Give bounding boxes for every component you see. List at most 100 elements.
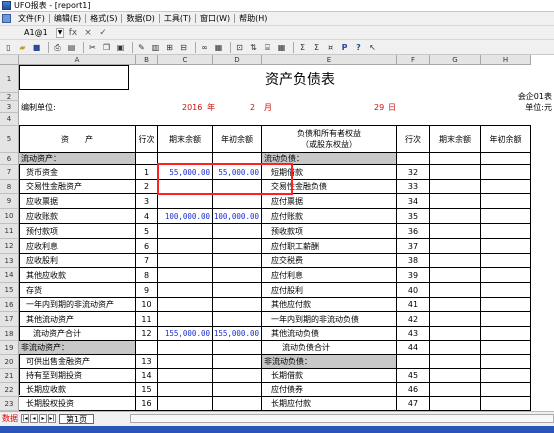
cell-asset[interactable]: 应收账款 bbox=[19, 209, 136, 224]
p-format-icon[interactable]: P bbox=[339, 42, 350, 53]
row-header[interactable]: 1 bbox=[0, 65, 19, 93]
cell-line-no[interactable]: 7 bbox=[136, 254, 158, 268]
cell-line-no-right[interactable]: 40 bbox=[397, 283, 430, 298]
row-header[interactable]: 6 bbox=[0, 153, 19, 165]
cell-begin-balance-right[interactable] bbox=[481, 180, 531, 194]
tab-page1[interactable]: 第1页 bbox=[59, 413, 95, 424]
cell-line-no-right[interactable]: 47 bbox=[397, 397, 430, 411]
cell-end-balance[interactable] bbox=[158, 283, 213, 298]
cell-begin-balance-right[interactable] bbox=[481, 194, 531, 209]
cell-end-balance[interactable] bbox=[158, 355, 213, 369]
cell-begin-balance-right[interactable] bbox=[481, 209, 531, 224]
lock-icon[interactable]: ▦ bbox=[213, 42, 224, 53]
cell-end-balance-right[interactable] bbox=[430, 355, 481, 369]
data-mode-label[interactable]: 数据 bbox=[2, 413, 18, 424]
cell-begin-balance[interactable] bbox=[213, 341, 262, 355]
row-header[interactable]: 4 bbox=[0, 113, 19, 126]
cell-begin-balance-right[interactable] bbox=[481, 165, 531, 180]
column-header-c[interactable]: C bbox=[158, 55, 213, 65]
cell-end-balance-right[interactable] bbox=[430, 224, 481, 239]
cell-line-no-right[interactable]: 43 bbox=[397, 327, 430, 341]
cell-line-no-right[interactable]: 46 bbox=[397, 383, 430, 397]
last-sheet-icon[interactable]: ▸| bbox=[48, 414, 56, 423]
cell-end-balance[interactable] bbox=[158, 298, 213, 312]
column-header-a[interactable]: A bbox=[19, 55, 136, 65]
cell-begin-balance-right[interactable] bbox=[481, 153, 531, 165]
cell-begin-balance[interactable] bbox=[213, 383, 262, 397]
cell-begin-balance[interactable] bbox=[213, 239, 262, 254]
cell-line-no[interactable]: 2 bbox=[136, 180, 158, 194]
cell-line-no-right[interactable] bbox=[397, 153, 430, 165]
row-header[interactable]: 16 bbox=[0, 298, 19, 312]
cell-asset[interactable]: 应收股利 bbox=[19, 254, 136, 268]
column-header-g[interactable]: G bbox=[430, 55, 481, 65]
row-header[interactable]: 13 bbox=[0, 254, 19, 268]
next-sheet-icon[interactable]: ▸ bbox=[39, 414, 47, 423]
cell-end-balance[interactable] bbox=[158, 312, 213, 327]
row-header[interactable]: 10 bbox=[0, 209, 19, 224]
cell-line-no-right[interactable]: 33 bbox=[397, 180, 430, 194]
cell-end-balance[interactable] bbox=[158, 341, 213, 355]
cell-end-balance-right[interactable] bbox=[430, 327, 481, 341]
row-header[interactable]: 2 bbox=[0, 93, 19, 101]
cell-begin-balance-right[interactable] bbox=[481, 397, 531, 411]
select-all-corner[interactable] bbox=[0, 55, 19, 65]
row-header[interactable]: 8 bbox=[0, 180, 19, 194]
cell-liability[interactable]: 应付票据 bbox=[262, 194, 397, 209]
cell-end-balance[interactable]: 155,000.00 bbox=[158, 327, 213, 341]
cell-begin-balance[interactable] bbox=[213, 369, 262, 383]
cell-line-no-right[interactable]: 36 bbox=[397, 224, 430, 239]
cell-begin-balance[interactable] bbox=[213, 397, 262, 411]
cell-end-balance-right[interactable] bbox=[430, 369, 481, 383]
cell-begin-balance-right[interactable] bbox=[481, 355, 531, 369]
cancel-icon[interactable]: × bbox=[82, 28, 94, 38]
cell-line-no-right[interactable]: 45 bbox=[397, 369, 430, 383]
cell-end-balance[interactable] bbox=[158, 194, 213, 209]
cell-line-no[interactable]: 13 bbox=[136, 355, 158, 369]
cell-line-no[interactable]: 10 bbox=[136, 298, 158, 312]
cell-end-balance[interactable] bbox=[158, 254, 213, 268]
cell-line-no[interactable]: 9 bbox=[136, 283, 158, 298]
column-header-e[interactable]: E bbox=[262, 55, 397, 65]
cell-begin-balance-right[interactable] bbox=[481, 254, 531, 268]
cell-begin-balance[interactable] bbox=[213, 312, 262, 327]
row-header[interactable]: 20 bbox=[0, 355, 19, 369]
cell-begin-balance-right[interactable] bbox=[481, 327, 531, 341]
cell-begin-balance[interactable] bbox=[213, 268, 262, 283]
cell-asset[interactable]: 流动资产： bbox=[19, 153, 136, 165]
row-header[interactable]: 9 bbox=[0, 194, 19, 209]
menu-tools[interactable]: 工具(T) bbox=[161, 13, 194, 24]
cell-line-no-right[interactable]: 44 bbox=[397, 341, 430, 355]
cell-asset[interactable]: 一年内到期的非流动资产 bbox=[19, 298, 136, 312]
menu-format[interactable]: 格式(S) bbox=[87, 13, 120, 24]
cell-begin-balance-right[interactable] bbox=[481, 383, 531, 397]
cell-line-no[interactable]: 11 bbox=[136, 312, 158, 327]
cell-line-no-right[interactable]: 34 bbox=[397, 194, 430, 209]
cell-begin-balance[interactable] bbox=[213, 298, 262, 312]
cell-end-balance-right[interactable] bbox=[430, 298, 481, 312]
cell-reference[interactable]: A1@1 bbox=[24, 28, 56, 37]
cell-end-balance-right[interactable] bbox=[430, 397, 481, 411]
cell-liability[interactable]: 其他流动负债 bbox=[262, 327, 397, 341]
horizontal-scrollbar[interactable] bbox=[130, 414, 554, 423]
row-header[interactable]: 15 bbox=[0, 283, 19, 298]
cell-liability[interactable]: 应付债券 bbox=[262, 383, 397, 397]
cell-end-balance[interactable] bbox=[158, 268, 213, 283]
cell-end-balance-right[interactable] bbox=[430, 268, 481, 283]
cell-begin-balance[interactable] bbox=[213, 355, 262, 369]
open-folder-icon[interactable]: ▰ bbox=[17, 42, 28, 53]
cell-line-no-right[interactable]: 32 bbox=[397, 165, 430, 180]
cell-line-no[interactable]: 16 bbox=[136, 397, 158, 411]
cell-asset[interactable]: 存货 bbox=[19, 283, 136, 298]
print-icon[interactable]: ⎙ bbox=[52, 42, 63, 53]
cell-line-no[interactable] bbox=[136, 153, 158, 165]
cell-asset[interactable]: 应收利息 bbox=[19, 239, 136, 254]
new-file-icon[interactable]: ▯ bbox=[3, 42, 14, 53]
delete-icon[interactable]: ⊟ bbox=[178, 42, 189, 53]
cell-line-no[interactable]: 3 bbox=[136, 194, 158, 209]
merge-icon[interactable]: ⊡ bbox=[234, 42, 245, 53]
cell-asset[interactable]: 交易性金融资产 bbox=[19, 180, 136, 194]
cell-end-balance-right[interactable] bbox=[430, 283, 481, 298]
title-input-box[interactable] bbox=[19, 65, 129, 90]
sum-icon[interactable]: Σ bbox=[297, 42, 308, 53]
